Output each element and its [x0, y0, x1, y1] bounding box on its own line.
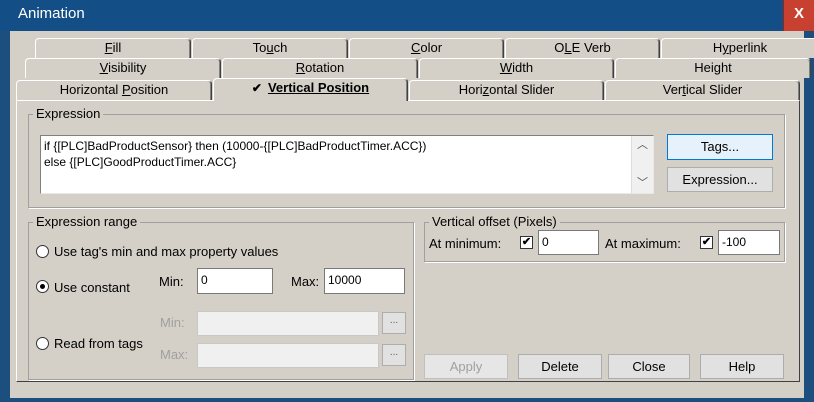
- radio-use-constant[interactable]: [36, 280, 49, 293]
- at-maximum-checkbox[interactable]: ✔: [700, 236, 713, 249]
- delete-button[interactable]: Delete: [518, 354, 602, 379]
- tab-horizontal-position[interactable]: Horizontal Position: [16, 80, 212, 100]
- expression-line-2: else {[PLC]GoodProductTimer.ACC}: [44, 155, 237, 169]
- expression-line-1: if {[PLC]BadProductSensor} then (10000-{…: [44, 139, 427, 153]
- at-minimum-input[interactable]: 0: [538, 230, 599, 255]
- tab-vertical-position[interactable]: ✔ Vertical Position: [213, 78, 408, 101]
- scroll-down-icon[interactable]: ﹀: [632, 174, 653, 192]
- close-button[interactable]: Close: [608, 354, 690, 379]
- tab-horizontal-slider[interactable]: Horizontal Slider: [409, 80, 604, 100]
- expression-scrollbar[interactable]: ︿ ﹀: [631, 136, 653, 193]
- expression-textarea[interactable]: if {[PLC]BadProductSensor} then (10000-{…: [40, 135, 654, 194]
- tab-touch[interactable]: Touch: [192, 38, 348, 58]
- checkmark-icon: ✔: [251, 81, 262, 95]
- radio-read-from-tags[interactable]: [36, 337, 49, 350]
- tab-height[interactable]: Height: [615, 58, 811, 78]
- expression-range-label: Expression range: [33, 214, 141, 229]
- min-label: Min:: [159, 274, 184, 289]
- apply-button[interactable]: Apply: [424, 354, 508, 379]
- max-label: Max:: [291, 274, 320, 289]
- tag-max-label: Max:: [160, 347, 189, 362]
- title-bar: Animation X: [0, 0, 814, 31]
- at-maximum-label: At maximum:: [605, 236, 681, 251]
- tag-max-browse-button[interactable]: ...: [382, 344, 406, 366]
- at-minimum-checkbox[interactable]: ✔: [520, 236, 533, 249]
- scroll-up-icon[interactable]: ︿: [632, 136, 653, 154]
- radio-tag-minmax[interactable]: [36, 245, 49, 258]
- close-window-button[interactable]: X: [783, 0, 814, 31]
- tab-color[interactable]: Color: [349, 38, 504, 58]
- at-maximum-input[interactable]: -100: [718, 230, 780, 255]
- min-input[interactable]: 0: [197, 268, 273, 294]
- tags-button[interactable]: Tags...: [667, 134, 773, 160]
- at-minimum-label: At minimum:: [429, 236, 502, 251]
- tag-min-browse-button[interactable]: ...: [382, 312, 406, 334]
- radio-tag-minmax-label: Use tag's min and max property values: [54, 244, 279, 259]
- window-title: Animation: [18, 5, 85, 22]
- help-button[interactable]: Help: [700, 354, 784, 379]
- tag-max-input[interactable]: [197, 343, 379, 368]
- window-frame-left: [0, 31, 10, 402]
- expression-group-label: Expression: [33, 106, 104, 121]
- window-frame-right: [804, 31, 814, 402]
- expression-button[interactable]: Expression...: [667, 167, 773, 192]
- tag-min-label: Min:: [160, 315, 185, 330]
- max-input[interactable]: 10000: [324, 268, 405, 294]
- tab-rotation[interactable]: Rotation: [222, 58, 418, 78]
- radio-use-constant-label: Use constant: [54, 280, 130, 295]
- tab-visibility[interactable]: Visibility: [25, 58, 221, 78]
- tab-vertical-slider[interactable]: Vertical Slider: [605, 80, 800, 100]
- tab-fill[interactable]: Fill: [35, 38, 191, 58]
- window-frame-bottom: [0, 398, 814, 402]
- tab-ole-verb[interactable]: OLE Verb: [505, 38, 660, 58]
- tab-hyperlink[interactable]: Hyperlink: [661, 38, 814, 58]
- radio-read-from-tags-label: Read from tags: [54, 336, 143, 351]
- vertical-offset-label: Vertical offset (Pixels): [429, 214, 560, 229]
- tab-width[interactable]: Width: [419, 58, 614, 78]
- tag-min-input[interactable]: [197, 311, 379, 336]
